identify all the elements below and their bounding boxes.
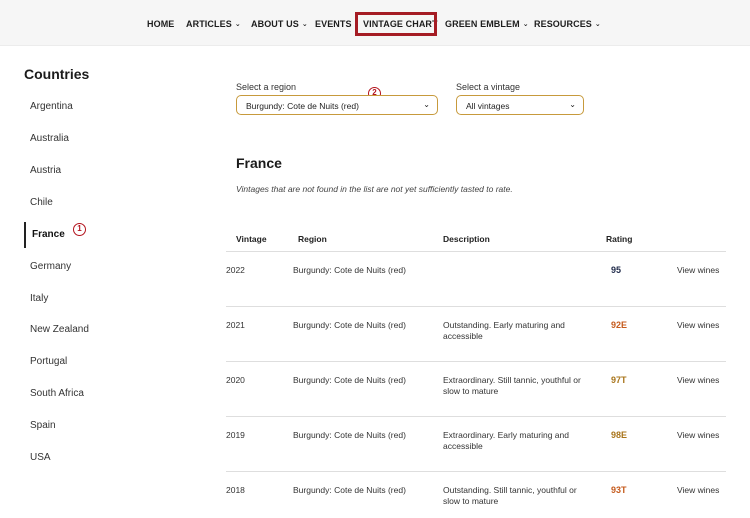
- nav-green-emblem[interactable]: GREEN EMBLEM ⌄: [445, 19, 529, 29]
- row-region: Burgundy: Cote de Nuits (red): [293, 485, 406, 495]
- nav-articles-label: ARTICLES: [186, 19, 232, 29]
- nav-resources-label: RESOURCES: [534, 19, 592, 29]
- row-rating: 93T: [611, 485, 627, 495]
- sidebar-item-spain[interactable]: Spain: [30, 420, 56, 431]
- chevron-down-icon: ⌄: [569, 100, 576, 109]
- row-rating: 95: [611, 265, 622, 275]
- column-header-vintage: Vintage: [236, 234, 267, 244]
- table-divider: [226, 416, 726, 417]
- active-indicator: [24, 222, 26, 248]
- column-header-rating: Rating: [606, 234, 633, 244]
- nav-home-label: HOME: [147, 19, 175, 29]
- sidebar-item-france[interactable]: France: [32, 229, 65, 240]
- view-wines-link[interactable]: View wines: [677, 375, 719, 385]
- view-wines-link[interactable]: View wines: [677, 320, 719, 330]
- table-divider: [226, 361, 726, 362]
- nav-about-us-label: ABOUT US: [251, 19, 299, 29]
- country-heading: France: [236, 155, 282, 171]
- nav-resources[interactable]: RESOURCES ⌄: [534, 19, 601, 29]
- sidebar-item-austria[interactable]: Austria: [30, 165, 61, 176]
- row-vintage: 2019: [226, 430, 245, 440]
- top-nav: HOME ARTICLES ⌄ ABOUT US ⌄ EVENTS VINTAGE …: [0, 0, 750, 46]
- column-header-description: Description: [443, 234, 490, 244]
- nav-articles[interactable]: ARTICLES ⌄: [186, 19, 241, 29]
- sidebar-title: Countries: [24, 66, 90, 82]
- nav-about-us[interactable]: ABOUT US ⌄: [251, 19, 308, 29]
- nav-green-emblem-label: GREEN EMBLEM: [445, 19, 520, 29]
- view-wines-link[interactable]: View wines: [677, 485, 719, 495]
- nav-events-label: EVENTS: [315, 19, 352, 29]
- row-rating: 98E: [611, 430, 628, 440]
- row-description: Outstanding. Still tannic, youthful or s…: [443, 485, 577, 506]
- view-wines-link[interactable]: View wines: [677, 430, 719, 440]
- row-vintage: 2022: [226, 265, 245, 275]
- region-select[interactable]: Burgundy: Cote de Nuits (red) ⌄: [236, 95, 438, 115]
- view-wines-link[interactable]: View wines: [677, 265, 719, 275]
- sidebar-item-australia[interactable]: Australia: [30, 133, 69, 144]
- vintage-select-value: All vintages: [466, 101, 510, 111]
- chevron-down-icon: ⌄: [423, 100, 430, 109]
- row-region: Burgundy: Cote de Nuits (red): [293, 375, 406, 385]
- nav-home[interactable]: HOME: [147, 19, 174, 29]
- sidebar-item-argentina[interactable]: Argentina: [30, 101, 73, 112]
- row-rating: 97T: [611, 375, 627, 385]
- sidebar-item-germany[interactable]: Germany: [30, 261, 71, 272]
- row-description: Extraordinary. Early maturing and access…: [443, 430, 569, 451]
- table-divider: [226, 251, 726, 252]
- region-select-value: Burgundy: Cote de Nuits (red): [246, 101, 359, 111]
- sidebar-item-south-africa[interactable]: South Africa: [30, 388, 84, 399]
- row-vintage: 2021: [226, 320, 245, 330]
- nav-events[interactable]: EVENTS: [315, 19, 352, 29]
- vintage-select-label: Select a vintage: [456, 82, 521, 92]
- chevron-down-icon: ⌄: [594, 21, 601, 28]
- row-description: Outstanding. Early maturing and accessib…: [443, 320, 565, 341]
- sidebar-item-chile[interactable]: Chile: [30, 197, 53, 208]
- row-region: Burgundy: Cote de Nuits (red): [293, 320, 406, 330]
- sidebar-item-italy[interactable]: Italy: [30, 293, 48, 304]
- chevron-down-icon: ⌄: [301, 21, 308, 28]
- vintage-note: Vintages that are not found in the list …: [236, 184, 513, 194]
- sidebar-item-new-zealand[interactable]: New Zealand: [30, 324, 89, 335]
- sidebar-item-portugal[interactable]: Portugal: [30, 356, 67, 367]
- column-header-region: Region: [298, 234, 327, 244]
- row-region: Burgundy: Cote de Nuits (red): [293, 430, 406, 440]
- chevron-down-icon: ⌄: [234, 21, 241, 28]
- row-vintage: 2020: [226, 375, 245, 385]
- table-divider: [226, 306, 726, 307]
- nav-highlight-box: [355, 12, 437, 36]
- vintage-select[interactable]: All vintages ⌄: [456, 95, 584, 115]
- chevron-down-icon: ⌄: [522, 21, 529, 28]
- region-select-label: Select a region: [236, 82, 297, 92]
- sidebar-item-usa[interactable]: USA: [30, 452, 51, 463]
- table-divider: [226, 471, 726, 472]
- step-marker-one: 1: [73, 223, 86, 236]
- row-rating: 92E: [611, 320, 628, 330]
- row-vintage: 2018: [226, 485, 245, 495]
- row-region: Burgundy: Cote de Nuits (red): [293, 265, 406, 275]
- row-description: Extraordinary. Still tannic, youthful or…: [443, 375, 581, 396]
